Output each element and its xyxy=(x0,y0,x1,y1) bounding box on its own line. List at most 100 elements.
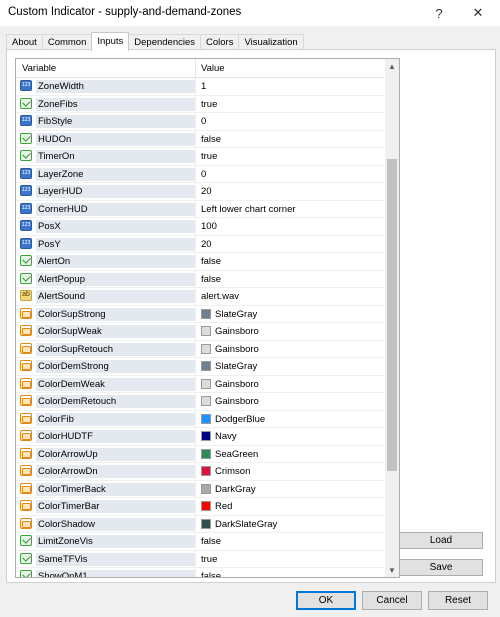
scroll-thumb[interactable] xyxy=(387,159,397,471)
variable-value[interactable]: Gainsboro xyxy=(215,378,259,391)
variable-value[interactable]: false xyxy=(201,535,221,548)
table-row[interactable]: ColorSupWeak Gainsboro xyxy=(16,323,384,341)
variable-name: TimerOn xyxy=(36,150,195,163)
variable-value[interactable]: Gainsboro xyxy=(215,395,259,408)
string-type-icon xyxy=(20,290,32,301)
column-header-value[interactable]: Value xyxy=(201,63,225,74)
table-row[interactable]: ColorHUDTF Navy xyxy=(16,428,384,446)
variable-name: AlertOn xyxy=(36,255,195,268)
variable-value[interactable]: 100 xyxy=(201,220,217,233)
table-row[interactable]: LayerZone 0 xyxy=(16,166,384,183)
table-row[interactable]: TimerOn true xyxy=(16,148,384,166)
table-row[interactable]: ZoneWidth 1 xyxy=(16,78,384,96)
variable-value[interactable]: 1 xyxy=(201,80,206,93)
column-divider[interactable] xyxy=(195,59,196,77)
table-row[interactable]: CornerHUD Left lower chart corner xyxy=(16,201,384,218)
help-button[interactable]: ? xyxy=(424,0,454,26)
ok-button[interactable]: OK xyxy=(296,591,356,610)
variable-value[interactable]: false xyxy=(201,255,221,268)
color-swatch[interactable] xyxy=(201,308,211,319)
color-swatch[interactable] xyxy=(201,448,211,459)
variable-name: ColorDemRetouch xyxy=(36,395,195,408)
table-row[interactable]: PosX 100 xyxy=(16,218,384,236)
table-row[interactable]: LayerHUD 20 xyxy=(16,183,384,201)
table-row[interactable]: PosY 20 xyxy=(16,236,384,253)
cancel-button[interactable]: Cancel xyxy=(362,591,422,610)
table-row[interactable]: ColorDemStrong SlateGray xyxy=(16,358,384,376)
table-row[interactable]: LimitZoneVis false xyxy=(16,533,384,551)
variable-value[interactable]: DodgerBlue xyxy=(215,413,265,426)
variable-value[interactable]: true xyxy=(201,150,217,163)
table-row[interactable]: ColorArrowDn Crimson xyxy=(16,463,384,481)
variable-value[interactable]: Red xyxy=(215,500,232,513)
variable-value[interactable]: Crimson xyxy=(215,465,250,478)
reset-button[interactable]: Reset xyxy=(428,591,488,610)
close-button[interactable]: ✕ xyxy=(463,0,493,26)
table-row[interactable]: ColorArrowUp SeaGreen xyxy=(16,446,384,463)
table-row[interactable]: ShowOnM1 false xyxy=(16,568,384,577)
color-type-icon xyxy=(20,395,32,406)
table-row[interactable]: ColorSupStrong SlateGray xyxy=(16,306,384,323)
variable-value[interactable]: Gainsboro xyxy=(215,343,259,356)
color-swatch[interactable] xyxy=(201,343,211,354)
table-row[interactable]: ColorShadow DarkSlateGray xyxy=(16,516,384,533)
table-row[interactable]: AlertSound alert.wav xyxy=(16,288,384,306)
table-row[interactable]: HUDOn false xyxy=(16,131,384,148)
tab-about[interactable]: About xyxy=(6,34,43,50)
vertical-scrollbar[interactable]: ▲ ▼ xyxy=(385,59,399,577)
color-swatch[interactable] xyxy=(201,431,211,441)
tab-common[interactable]: Common xyxy=(41,34,93,50)
table-row[interactable]: AlertPopup false xyxy=(16,271,384,288)
variable-value[interactable]: Navy xyxy=(215,430,237,443)
color-swatch[interactable] xyxy=(201,396,211,406)
inputs-table[interactable]: Variable Value ZoneWidth 1 ZoneFibs true Fib… xyxy=(15,58,400,578)
color-swatch[interactable] xyxy=(201,378,211,389)
variable-value[interactable]: SlateGray xyxy=(215,360,257,373)
tab-colors[interactable]: Colors xyxy=(200,34,240,50)
variable-name: LayerZone xyxy=(36,167,195,181)
load-button[interactable]: Load xyxy=(399,532,483,549)
table-row[interactable]: ColorTimerBack DarkGray xyxy=(16,481,384,498)
table-row[interactable]: AlertOn false xyxy=(16,253,384,271)
tab-dependencies[interactable]: Dependencies xyxy=(128,34,202,50)
variable-value[interactable]: true xyxy=(201,98,217,111)
color-swatch[interactable] xyxy=(201,466,211,476)
color-swatch[interactable] xyxy=(201,483,211,494)
tab-visualization[interactable]: Visualization xyxy=(238,34,304,50)
variable-value[interactable]: 20 xyxy=(201,238,212,251)
color-swatch[interactable] xyxy=(201,361,211,371)
table-row[interactable]: FibStyle 0 xyxy=(16,113,384,131)
variable-value[interactable]: SeaGreen xyxy=(215,448,258,461)
table-row[interactable]: ColorTimerBar Red xyxy=(16,498,384,516)
variable-value[interactable]: DarkSlateGray xyxy=(215,518,277,531)
variable-value[interactable]: true xyxy=(201,553,217,566)
variable-value[interactable]: false xyxy=(201,570,221,577)
variable-value[interactable]: 20 xyxy=(201,185,212,198)
variable-value[interactable]: SlateGray xyxy=(215,308,257,321)
table-row[interactable]: ColorSupRetouch Gainsboro xyxy=(16,341,384,358)
color-swatch[interactable] xyxy=(201,501,211,511)
color-swatch[interactable] xyxy=(201,518,211,529)
variable-value[interactable]: false xyxy=(201,133,221,146)
variable-value[interactable]: 0 xyxy=(201,168,206,181)
color-swatch[interactable] xyxy=(201,326,211,336)
variable-value[interactable]: Gainsboro xyxy=(215,325,259,338)
scroll-down-icon[interactable]: ▼ xyxy=(385,563,399,577)
tab-inputs[interactable]: Inputs xyxy=(91,32,130,51)
color-swatch[interactable] xyxy=(201,413,211,424)
variable-value[interactable]: 0 xyxy=(201,115,206,128)
variable-value[interactable]: DarkGray xyxy=(215,483,256,496)
column-header-variable[interactable]: Variable xyxy=(22,63,56,74)
variable-value[interactable]: alert.wav xyxy=(201,290,239,303)
color-type-icon xyxy=(20,412,32,424)
scroll-up-icon[interactable]: ▲ xyxy=(385,59,399,73)
save-button[interactable]: Save xyxy=(399,559,483,576)
numeric-type-icon xyxy=(20,80,32,91)
table-row[interactable]: ColorDemWeak Gainsboro xyxy=(16,376,384,393)
table-row[interactable]: ColorFib DodgerBlue xyxy=(16,411,384,428)
table-row[interactable]: SameTFVis true xyxy=(16,551,384,568)
table-row[interactable]: ColorDemRetouch Gainsboro xyxy=(16,393,384,411)
variable-value[interactable]: Left lower chart corner xyxy=(201,203,296,216)
variable-value[interactable]: false xyxy=(201,273,221,286)
table-row[interactable]: ZoneFibs true xyxy=(16,96,384,113)
